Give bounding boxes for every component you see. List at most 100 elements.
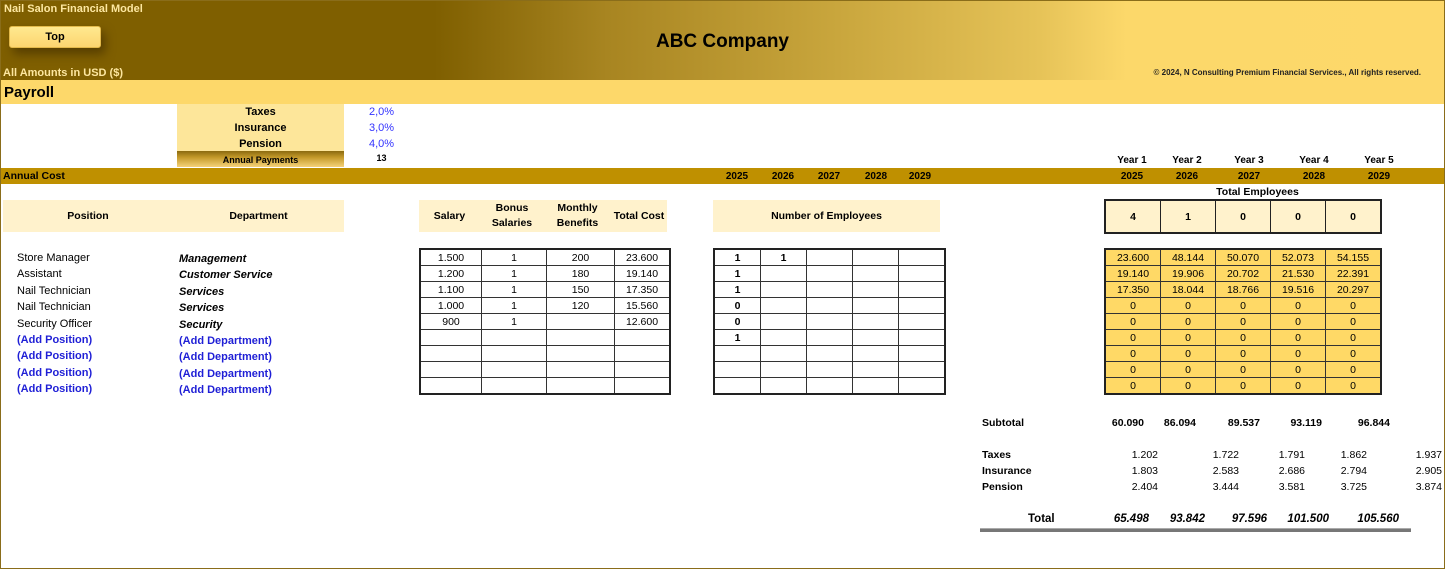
salary-cell[interactable]: 1.200 xyxy=(419,265,482,282)
bonus-cell[interactable] xyxy=(481,377,547,395)
employee-count-cell[interactable] xyxy=(898,313,946,330)
employee-count-cell[interactable] xyxy=(806,281,853,298)
taxes-rate-input[interactable]: 2,0% xyxy=(344,104,419,120)
add-position-link[interactable]: (Add Position) xyxy=(17,350,177,362)
position-name[interactable]: Security Officer xyxy=(17,318,177,330)
employee-count-cell[interactable] xyxy=(852,297,899,314)
benefits-cell[interactable]: 180 xyxy=(546,265,615,282)
employee-count-cell[interactable] xyxy=(898,361,946,378)
bonus-cell[interactable]: 1 xyxy=(481,248,547,266)
position-name[interactable]: Nail Technician xyxy=(17,301,177,313)
employee-count-cell[interactable] xyxy=(806,265,853,282)
employee-count-cell[interactable] xyxy=(760,265,807,282)
employee-count-cell[interactable] xyxy=(806,313,853,330)
benefits-cell[interactable]: 120 xyxy=(546,297,615,314)
employee-count-cell[interactable] xyxy=(806,329,853,346)
insurance-rate-input[interactable]: 3,0% xyxy=(344,120,419,136)
employee-count-cell[interactable] xyxy=(806,248,853,266)
employee-count-cell[interactable] xyxy=(852,361,899,378)
employee-count-cell[interactable] xyxy=(898,377,946,395)
employee-count-cell[interactable] xyxy=(898,297,946,314)
add-position-link[interactable]: (Add Position) xyxy=(17,334,177,346)
employee-count-cell[interactable] xyxy=(852,313,899,330)
employee-count-cell[interactable] xyxy=(898,329,946,346)
salary-cell[interactable] xyxy=(419,329,482,346)
employee-count-cell[interactable] xyxy=(898,345,946,362)
benefits-cell[interactable]: 150 xyxy=(546,281,615,298)
employee-count-cell[interactable]: 0 xyxy=(713,297,761,314)
department-name[interactable]: Services xyxy=(179,302,349,314)
bonus-cell[interactable] xyxy=(481,329,547,346)
employee-count-cell[interactable] xyxy=(713,345,761,362)
add-position-link[interactable]: (Add Position) xyxy=(17,383,177,395)
position-name[interactable]: Assistant xyxy=(17,268,177,280)
employee-count-cell[interactable] xyxy=(852,281,899,298)
employee-count-cell[interactable] xyxy=(806,345,853,362)
summary-year-header: 2029 xyxy=(1367,171,1391,182)
benefits-cell[interactable] xyxy=(546,361,615,378)
employee-count-cell[interactable]: 1 xyxy=(713,329,761,346)
bonus-cell[interactable] xyxy=(481,345,547,362)
salary-cell[interactable]: 1.000 xyxy=(419,297,482,314)
employee-count-cell[interactable]: 1 xyxy=(713,281,761,298)
total-cost-cell: 23.600 xyxy=(614,248,671,266)
benefits-cell[interactable]: 200 xyxy=(546,248,615,266)
employee-count-cell[interactable] xyxy=(760,313,807,330)
bonus-cell[interactable]: 1 xyxy=(481,313,547,330)
employee-count-cell[interactable] xyxy=(713,377,761,395)
salary-cell[interactable] xyxy=(419,377,482,395)
employee-count-cell[interactable] xyxy=(898,248,946,266)
bonus-cell[interactable]: 1 xyxy=(481,281,547,298)
add-department-link[interactable]: (Add Department) xyxy=(179,351,349,363)
employee-count-cell[interactable] xyxy=(898,281,946,298)
bonus-cell[interactable]: 1 xyxy=(481,297,547,314)
employee-count-cell[interactable] xyxy=(898,265,946,282)
salary-cell[interactable] xyxy=(419,345,482,362)
employee-count-cell[interactable] xyxy=(852,377,899,395)
employee-count-cell[interactable] xyxy=(760,377,807,395)
total-cost-cell xyxy=(614,377,671,395)
employee-count-cell[interactable] xyxy=(852,248,899,266)
department-name[interactable]: Services xyxy=(179,286,349,298)
benefits-cell[interactable] xyxy=(546,345,615,362)
employee-count-cell[interactable] xyxy=(760,361,807,378)
bonus-cell[interactable] xyxy=(481,361,547,378)
position-name[interactable]: Nail Technician xyxy=(17,285,177,297)
benefits-cell[interactable] xyxy=(546,329,615,346)
employee-count-cell[interactable] xyxy=(806,361,853,378)
employee-count-cell[interactable] xyxy=(760,345,807,362)
department-name[interactable]: Management xyxy=(179,253,349,265)
salary-cell[interactable]: 900 xyxy=(419,313,482,330)
employee-count-cell[interactable] xyxy=(760,281,807,298)
salary-cell[interactable] xyxy=(419,361,482,378)
bonus-cell[interactable]: 1 xyxy=(481,265,547,282)
add-department-link[interactable]: (Add Department) xyxy=(179,335,349,347)
pension-rate-input[interactable]: 4,0% xyxy=(344,136,419,152)
employee-count-cell[interactable] xyxy=(852,345,899,362)
employee-count-cell[interactable] xyxy=(760,329,807,346)
position-name[interactable]: Store Manager xyxy=(17,252,177,264)
benefits-cell[interactable] xyxy=(546,313,615,330)
employee-count-cell[interactable]: 0 xyxy=(713,313,761,330)
add-department-link[interactable]: (Add Department) xyxy=(179,368,349,380)
grand-total-value: 97.596 xyxy=(1231,513,1267,525)
department-name[interactable]: Customer Service xyxy=(179,269,349,281)
employee-count-cell[interactable]: 1 xyxy=(760,248,807,266)
annual-payments-input[interactable]: 13 xyxy=(344,153,419,163)
benefits-cell[interactable] xyxy=(546,377,615,395)
employee-count-cell[interactable] xyxy=(713,361,761,378)
employee-count-cell[interactable] xyxy=(852,265,899,282)
employee-count-cell[interactable] xyxy=(806,377,853,395)
employee-count-cell[interactable]: 1 xyxy=(713,248,761,266)
salary-cell[interactable]: 1.500 xyxy=(419,248,482,266)
add-position-link[interactable]: (Add Position) xyxy=(17,367,177,379)
employee-count-cell[interactable]: 1 xyxy=(713,265,761,282)
salary-cell[interactable]: 1.100 xyxy=(419,281,482,298)
employee-count-cell[interactable] xyxy=(760,297,807,314)
employees-row: 11 xyxy=(713,248,946,266)
add-department-link[interactable]: (Add Department) xyxy=(179,384,349,396)
employee-count-cell[interactable] xyxy=(852,329,899,346)
company-name: ABC Company xyxy=(655,31,789,52)
employee-count-cell[interactable] xyxy=(806,297,853,314)
department-name[interactable]: Security xyxy=(179,319,349,331)
